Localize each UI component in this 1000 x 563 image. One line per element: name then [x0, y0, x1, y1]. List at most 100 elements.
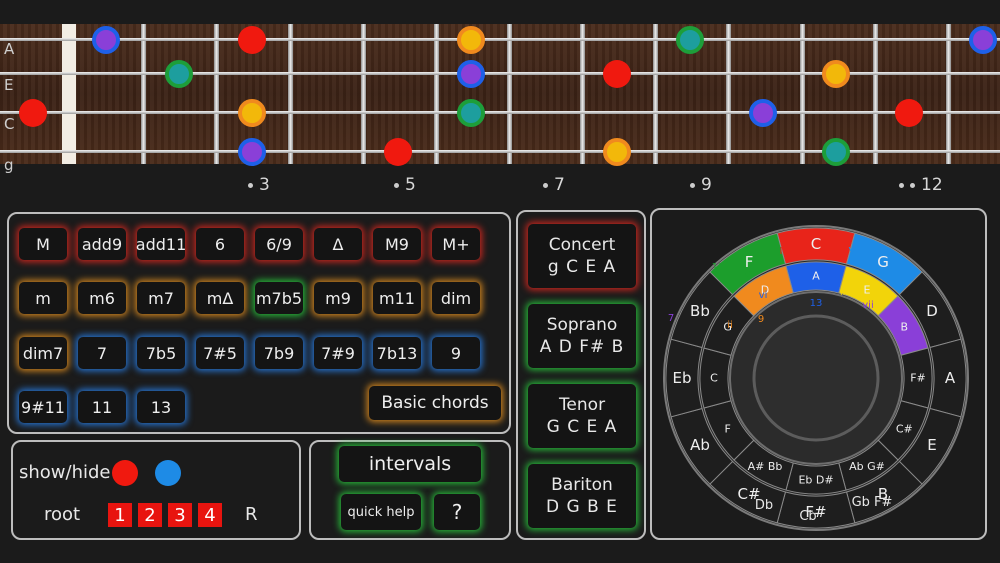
- note-dot[interactable]: [749, 99, 777, 127]
- chord-type-button[interactable]: m7b5: [255, 282, 303, 314]
- string-label-c: C: [4, 115, 15, 133]
- root-option-2[interactable]: 2: [138, 503, 162, 527]
- chord-type-button[interactable]: mΔ: [196, 282, 244, 314]
- note-dot[interactable]: [457, 99, 485, 127]
- note-dot[interactable]: [822, 138, 850, 166]
- show-hide-label: show/hide: [19, 462, 111, 483]
- tuning-notes: A D F# B: [539, 337, 625, 357]
- fret-10: [800, 24, 805, 164]
- chord-type-button[interactable]: M9: [373, 228, 421, 260]
- chord-type-button[interactable]: 9#11: [19, 391, 67, 423]
- cof-note-label: A# Bb: [748, 460, 783, 473]
- fret-9: [726, 24, 731, 164]
- tuning-button[interactable]: Soprano A D F# B: [528, 304, 636, 368]
- fret-6: [507, 24, 512, 164]
- quick-help-button[interactable]: quick help: [341, 494, 421, 530]
- chord-type-button[interactable]: 11: [78, 391, 126, 423]
- show-hide-red-toggle[interactable]: [112, 460, 138, 486]
- note-dot[interactable]: [92, 26, 120, 54]
- string-label-e: E: [4, 76, 14, 94]
- fret-12: [946, 24, 951, 164]
- note-dot[interactable]: [238, 99, 266, 127]
- cof-note-label: C#: [896, 423, 913, 436]
- fret-7: [580, 24, 585, 164]
- note-dot[interactable]: [457, 26, 485, 54]
- tuning-button[interactable]: Concert g C E A: [528, 224, 636, 288]
- chord-type-button[interactable]: 9: [432, 337, 480, 369]
- tuning-button[interactable]: Tenor G C E A: [528, 384, 636, 448]
- basic-chords-button[interactable]: Basic chords: [369, 386, 501, 420]
- cof-degree-label: vi: [759, 290, 768, 301]
- circle-of-fifths[interactable]: CGDAEBF#C#AbEbBbFAEBF#C#Ab G#Eb D#A# BbF…: [650, 208, 987, 540]
- cof-note-label: F: [745, 253, 754, 271]
- chord-type-button[interactable]: m9: [314, 282, 362, 314]
- cof-note-label: Ab: [690, 436, 710, 454]
- chord-type-button[interactable]: m: [19, 282, 67, 314]
- fret-11: [873, 24, 878, 164]
- chord-type-button[interactable]: Δ: [314, 228, 362, 260]
- cof-note-label: E: [864, 283, 871, 296]
- chord-type-button[interactable]: m7: [137, 282, 185, 314]
- note-dot[interactable]: [19, 99, 47, 127]
- root-reset-button[interactable]: R: [245, 504, 258, 525]
- chord-type-button[interactable]: m11: [373, 282, 421, 314]
- cof-degree-label: 7: [668, 313, 674, 324]
- chord-type-button[interactable]: M+: [432, 228, 480, 260]
- note-dot[interactable]: [676, 26, 704, 54]
- help-button[interactable]: ?: [434, 494, 480, 530]
- tuning-notes: D G B E: [546, 497, 618, 517]
- root-option-3[interactable]: 3: [168, 503, 192, 527]
- fret-marker-3: 3: [248, 175, 270, 195]
- note-dot[interactable]: [895, 99, 923, 127]
- cof-note-label: C: [811, 235, 821, 253]
- note-dot[interactable]: [384, 138, 412, 166]
- cof-center-knob[interactable]: [752, 314, 880, 442]
- tuning-name: Concert: [548, 235, 616, 255]
- chord-type-button[interactable]: add9: [78, 228, 126, 260]
- chord-type-button[interactable]: 7b5: [137, 337, 185, 369]
- nut: [62, 24, 76, 164]
- chord-type-button[interactable]: 7#9: [314, 337, 362, 369]
- string-g: [0, 150, 1000, 153]
- chord-type-button[interactable]: M: [19, 228, 67, 260]
- show-hide-blue-toggle[interactable]: [155, 460, 181, 486]
- note-dot[interactable]: [238, 26, 266, 54]
- cof-note-label: D: [926, 302, 938, 320]
- chord-type-button[interactable]: 6: [196, 228, 244, 260]
- chord-type-button[interactable]: add11: [136, 228, 186, 260]
- tuning-button[interactable]: Bariton D G B E: [528, 464, 636, 528]
- cof-degree-label: 11: [712, 262, 725, 273]
- chord-type-button[interactable]: 7: [78, 337, 126, 369]
- tuning-name: Tenor: [558, 395, 606, 415]
- cof-note-label: Eb D#: [798, 474, 833, 487]
- cof-degree-label: I: [780, 246, 783, 257]
- cof-degree-label: ii: [727, 320, 733, 331]
- intervals-button[interactable]: intervals: [339, 446, 481, 482]
- chord-type-button[interactable]: 7b9: [255, 337, 303, 369]
- note-dot[interactable]: [238, 138, 266, 166]
- chord-type-button[interactable]: 6/9: [255, 228, 303, 260]
- chord-type-button[interactable]: 13: [137, 391, 185, 423]
- note-dot[interactable]: [165, 60, 193, 88]
- note-dot[interactable]: [969, 26, 997, 54]
- chord-type-button[interactable]: dim: [432, 282, 480, 314]
- fretboard[interactable]: [0, 24, 1000, 166]
- root-option-4[interactable]: 4: [198, 503, 222, 527]
- note-dot[interactable]: [457, 60, 485, 88]
- chord-type-button[interactable]: 7b13: [373, 337, 421, 369]
- fret-marker-12: 12: [899, 175, 943, 195]
- note-dot[interactable]: [603, 60, 631, 88]
- chord-type-button[interactable]: dim7: [19, 337, 67, 369]
- note-dot[interactable]: [822, 60, 850, 88]
- tuning-notes: G C E A: [546, 417, 618, 437]
- tuning-name: Bariton: [551, 475, 613, 495]
- cof-degree-label: V: [849, 246, 856, 257]
- cof-note-label: F#: [910, 372, 926, 385]
- fret-marker-7: 7: [543, 175, 565, 195]
- chord-type-button[interactable]: 7#5: [196, 337, 244, 369]
- root-option-1[interactable]: 1: [108, 503, 132, 527]
- fret-2: [214, 24, 219, 164]
- chord-type-button[interactable]: m6: [78, 282, 126, 314]
- cof-note-label: Ab G#: [849, 460, 885, 473]
- note-dot[interactable]: [603, 138, 631, 166]
